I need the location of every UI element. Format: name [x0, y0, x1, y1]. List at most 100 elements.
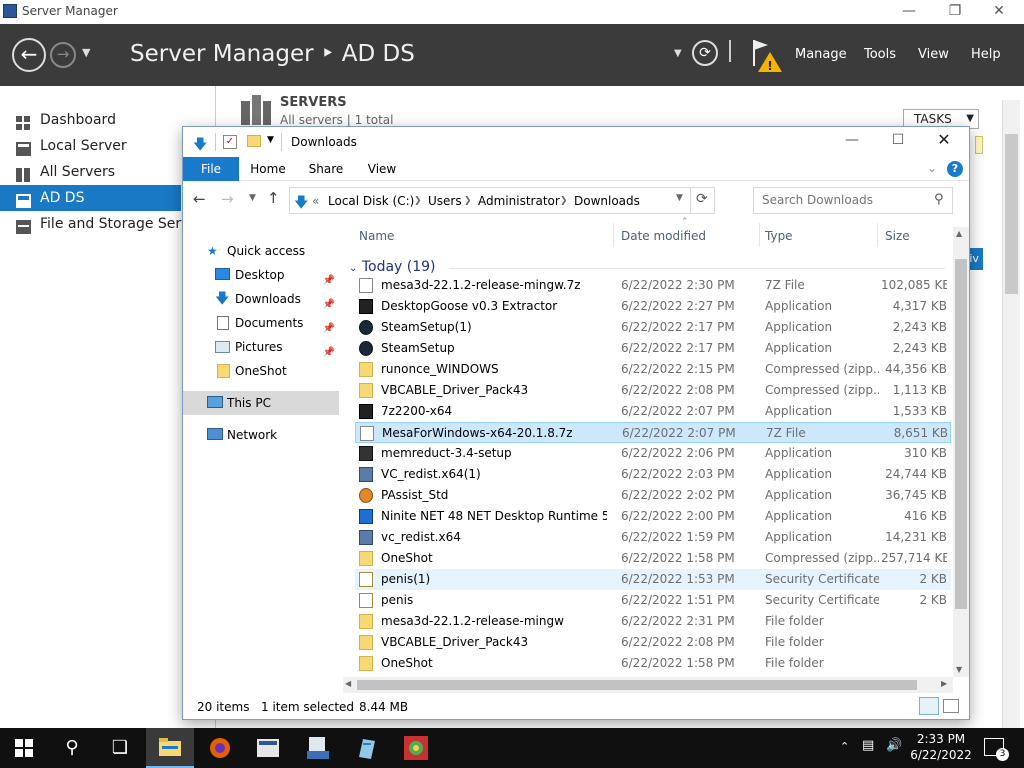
column-header-date[interactable]: Date modified: [621, 229, 706, 243]
tab-share[interactable]: Share: [303, 157, 349, 181]
crumb-local-disk[interactable]: Local Disk (C:): [328, 194, 414, 208]
crumb-users[interactable]: Users: [428, 194, 462, 208]
server-manager-scrollbar[interactable]: [1002, 100, 1020, 728]
nav-item-oneshot[interactable]: OneShot: [183, 359, 339, 383]
sidebar-item-dashboard[interactable]: Dashboard: [0, 107, 181, 133]
table-row[interactable]: mesa3d-22.1.2-release-mingw 6/22/2022 2:3…: [355, 611, 951, 632]
table-row[interactable]: vc_redist.x64 6/22/2022 1:59 PM Applicatio…: [355, 527, 951, 548]
back-arrow-icon[interactable]: ←: [193, 190, 206, 208]
column-header-size[interactable]: Size: [885, 229, 910, 243]
tab-view[interactable]: View: [359, 157, 405, 181]
table-row[interactable]: OneShot 6/22/2022 1:58 PM File folder: [355, 653, 951, 674]
firefox-icon[interactable]: [196, 728, 244, 768]
expand-ribbon-icon[interactable]: ⌄: [927, 161, 937, 175]
menu-help[interactable]: Help: [971, 47, 1001, 62]
crumb-separator-icon[interactable]: ❯: [464, 196, 472, 206]
column-header-type[interactable]: Type: [765, 229, 793, 243]
close-icon[interactable]: ✕: [976, 0, 1022, 24]
table-row[interactable]: VC_redist.x64(1) 6/22/2022 2:03 PM Applica…: [355, 464, 951, 485]
minimize-icon[interactable]: —: [829, 129, 875, 153]
notepad-taskbar-icon[interactable]: [342, 728, 390, 768]
task-view-icon[interactable]: ❏: [96, 728, 144, 768]
file-list-horizontal-scrollbar[interactable]: ◀ ▶: [343, 677, 953, 693]
overflow-chevron[interactable]: «: [312, 194, 319, 208]
crumb-downloads[interactable]: Downloads: [574, 194, 640, 208]
scroll-up-icon[interactable]: ▲: [956, 229, 962, 238]
properties-icon[interactable]: ✓: [223, 135, 237, 149]
table-row[interactable]: DesktopGoose v0.3 Extractor 6/22/2022 2:2…: [355, 296, 951, 317]
scroll-thumb[interactable]: [1005, 134, 1018, 294]
start-button[interactable]: [0, 728, 48, 768]
help-icon[interactable]: ?: [947, 161, 963, 177]
scroll-left-icon[interactable]: ◀: [345, 679, 351, 688]
search-box[interactable]: ⚲: [753, 187, 953, 214]
forward-arrow-icon[interactable]: →: [221, 190, 234, 208]
up-arrow-icon[interactable]: ↑: [267, 189, 280, 207]
table-row[interactable]: penis 6/22/2022 1:51 PM Security Certifica…: [355, 590, 951, 611]
table-row[interactable]: 7z2200-x64 6/22/2022 2:07 PM Application 1,…: [355, 401, 951, 422]
menu-view[interactable]: View: [918, 47, 949, 62]
new-folder-icon[interactable]: [247, 135, 261, 147]
table-row[interactable]: runonce_WINDOWS 6/22/2022 2:15 PM Compress…: [355, 359, 951, 380]
column-header-name[interactable]: Name: [359, 229, 394, 243]
table-row[interactable]: PAssist_Std 6/22/2022 2:02 PM Application 3…: [355, 485, 951, 506]
refresh-icon[interactable]: ⟳: [696, 191, 708, 207]
game-app-taskbar-icon[interactable]: [392, 728, 440, 768]
notification-flag-icon[interactable]: !: [750, 36, 782, 73]
minimize-icon[interactable]: —: [886, 0, 932, 24]
tab-home[interactable]: Home: [245, 157, 291, 181]
address-dropdown-icon[interactable]: ▼: [676, 193, 683, 203]
table-row[interactable]: memreduct-3.4-setup 6/22/2022 2:06 PM Appl…: [355, 443, 951, 464]
maximize-icon[interactable]: ☐: [875, 129, 921, 153]
table-row[interactable]: mesa3d-22.1.2-release-mingw.7z 6/22/2022 …: [355, 275, 951, 296]
nav-item-this-pc[interactable]: This PC: [183, 391, 339, 415]
sidebar-item-ad-ds[interactable]: AD DS: [0, 185, 181, 211]
table-row[interactable]: VBCABLE_Driver_Pack43 6/22/2022 2:08 PM Co…: [355, 380, 951, 401]
table-row[interactable]: penis(1) 6/22/2022 1:53 PM Security Certif…: [355, 569, 951, 590]
scroll-down-icon[interactable]: ▼: [956, 665, 962, 674]
address-bar[interactable]: 🡇 « Local Disk (C:) ❯ Users ❯ Administra…: [289, 187, 715, 214]
file-explorer-taskbar-icon[interactable]: [146, 728, 194, 768]
sidebar-item-all-servers[interactable]: All Servers: [0, 159, 181, 185]
customize-toolbar-icon[interactable]: ▼: [267, 135, 274, 145]
volume-icon[interactable]: 🔊: [886, 738, 902, 753]
crumb-separator-icon[interactable]: ❯: [414, 196, 422, 206]
maximize-icon[interactable]: ❐: [932, 0, 978, 24]
table-row[interactable]: VBCABLE_Driver_Pack43 6/22/2022 2:08 PM Fi…: [355, 632, 951, 653]
search-input[interactable]: [762, 193, 922, 207]
sidebar-item-local-server[interactable]: Local Server: [0, 133, 181, 159]
recent-locations-icon[interactable]: ▼: [249, 193, 256, 203]
table-row[interactable]: OneShot 6/22/2022 1:58 PM Compressed (zipp…: [355, 548, 951, 569]
group-header-today[interactable]: ⌄ Today (19): [349, 259, 436, 275]
nav-item-network[interactable]: Network: [183, 423, 339, 447]
dropdown-icon[interactable]: ▼: [674, 48, 682, 59]
table-row[interactable]: Ninite NET 48 NET Desktop Runtime 5 Ins.…: [355, 506, 951, 527]
table-row[interactable]: SteamSetup(1) 6/22/2022 2:17 PM Applicatio…: [355, 317, 951, 338]
column-separator[interactable]: [759, 223, 760, 247]
nav-item-desktop[interactable]: Desktop 📌: [183, 263, 339, 287]
large-icons-view-icon[interactable]: [943, 699, 959, 713]
tab-file[interactable]: File: [183, 157, 239, 181]
nav-item-quick-access[interactable]: ★ Quick access: [183, 239, 339, 263]
scroll-thumb[interactable]: [955, 259, 967, 609]
scroll-thumb[interactable]: [357, 680, 917, 690]
refresh-icon[interactable]: ⟳: [692, 40, 718, 66]
crumb-separator-icon[interactable]: ❯: [560, 196, 568, 206]
server-manager-taskbar-icon[interactable]: [244, 728, 292, 768]
forward-arrow-icon[interactable]: →: [50, 42, 76, 68]
clock[interactable]: 2:33 PM 6/22/2022: [908, 731, 974, 763]
network-status-icon[interactable]: ▤: [862, 738, 874, 753]
history-dropdown-icon[interactable]: ▼: [82, 46, 90, 59]
show-hidden-icons-icon[interactable]: ⌃: [840, 740, 849, 753]
table-row[interactable]: MesaForWindows-x64-20.1.8.7z 6/22/2022 2:…: [355, 422, 951, 443]
menu-manage[interactable]: Manage: [795, 47, 847, 62]
column-separator[interactable]: [877, 223, 878, 247]
column-separator[interactable]: [613, 223, 614, 247]
file-list-vertical-scrollbar[interactable]: ▲ ▼: [953, 227, 969, 677]
download-arrow-icon[interactable]: 🡇: [193, 134, 207, 158]
back-arrow-icon[interactable]: ←: [12, 38, 46, 72]
scroll-right-icon[interactable]: ▶: [941, 679, 947, 688]
close-icon[interactable]: ✕: [921, 129, 967, 153]
menu-tools[interactable]: Tools: [864, 47, 896, 62]
nav-item-documents[interactable]: Documents 📌: [183, 311, 339, 335]
